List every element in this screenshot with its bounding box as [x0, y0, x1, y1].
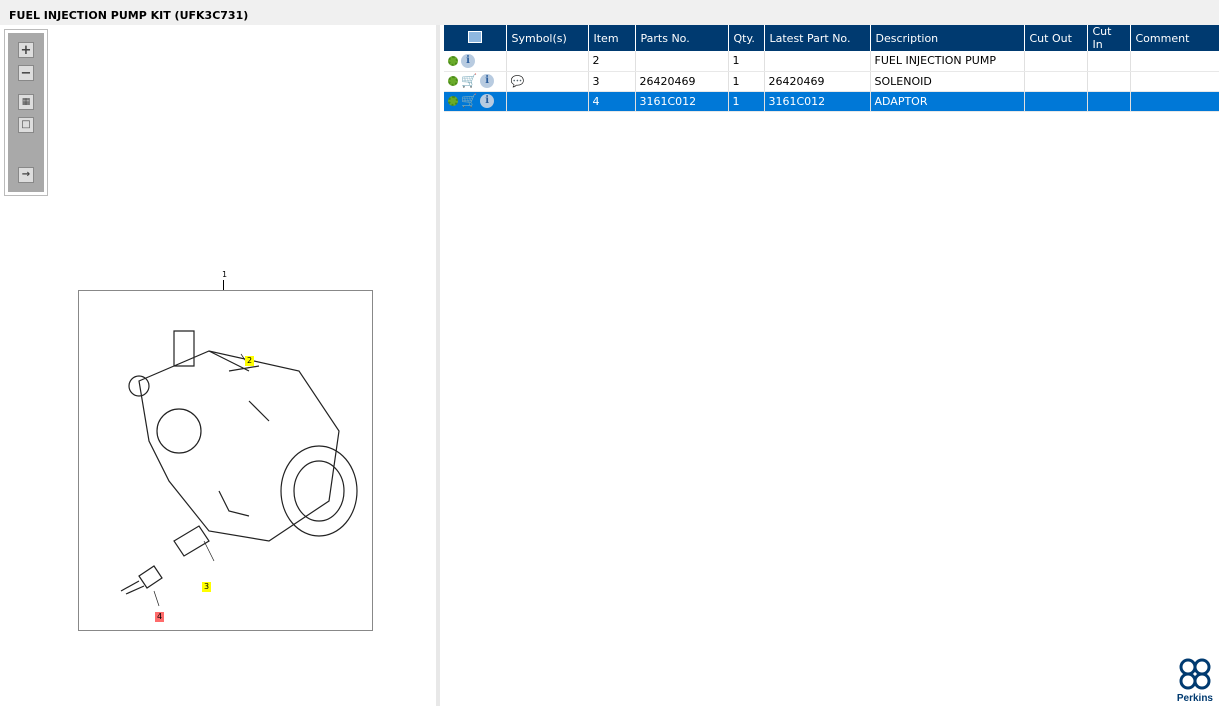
- column-header-parts-no[interactable]: Parts No.: [635, 25, 729, 51]
- column-header-search[interactable]: [444, 25, 507, 51]
- export-button[interactable]: →: [18, 167, 34, 183]
- latest-part-cell: 26420469: [764, 71, 871, 92]
- parts-table: Symbol(s) Item Parts No. Qty. Latest Par…: [444, 25, 1219, 112]
- gear-icon[interactable]: [448, 96, 458, 106]
- parts-list-panel: Symbol(s) Item Parts No. Qty. Latest Par…: [444, 25, 1219, 706]
- parts-no-cell: 3161C012: [635, 91, 729, 112]
- parts-no-cell: 26420469: [635, 71, 729, 92]
- qty-cell: 1: [728, 91, 765, 112]
- fit-frame-button[interactable]: □: [18, 117, 34, 133]
- callout-3[interactable]: 3: [202, 582, 212, 592]
- zoom-out-button[interactable]: −: [18, 65, 34, 81]
- search-icon[interactable]: [467, 30, 482, 43]
- column-header-description[interactable]: Description: [870, 25, 1025, 51]
- comment-cell: [1130, 91, 1219, 112]
- info-icon[interactable]: i: [480, 94, 495, 108]
- cart-icon[interactable]: 🛒: [461, 74, 477, 89]
- comment-cell: [1130, 71, 1219, 92]
- cut-out-cell: [1024, 91, 1088, 112]
- symbol-cell: [506, 91, 589, 112]
- cut-out-cell: [1024, 71, 1088, 92]
- description-cell: ADAPTOR: [870, 91, 1025, 112]
- item-cell: 3: [588, 71, 636, 92]
- comment-cell: [1130, 51, 1219, 72]
- item-cell: 2: [588, 51, 636, 72]
- callout-2[interactable]: 2: [245, 356, 255, 366]
- cut-in-cell: [1087, 91, 1131, 112]
- qty-cell: 1: [728, 51, 765, 72]
- symbol-cell: [506, 51, 589, 72]
- table-header: Symbol(s) Item Parts No. Qty. Latest Par…: [444, 25, 1219, 51]
- zoom-in-button[interactable]: +: [18, 42, 34, 58]
- description-cell: SOLENOID: [870, 71, 1025, 92]
- qty-cell: 1: [728, 71, 765, 92]
- exploded-diagram: 2 3 4: [78, 290, 373, 631]
- column-header-item[interactable]: Item: [588, 25, 636, 51]
- info-icon[interactable]: i: [480, 74, 495, 88]
- view-toolbox: + − ▦ □ →: [4, 29, 48, 196]
- item-cell: 4: [588, 91, 636, 112]
- callout-1[interactable]: 1: [220, 270, 229, 280]
- gear-icon[interactable]: [448, 76, 458, 86]
- parts-no-cell: [635, 51, 729, 72]
- perkins-logo-text: Perkins: [1176, 693, 1213, 704]
- cut-in-cell: [1087, 71, 1131, 92]
- perkins-logo: Perkins: [1177, 658, 1213, 704]
- comment-symbol-icon[interactable]: 💬: [506, 71, 589, 92]
- table-row-selected[interactable]: 🛒 i 4 3161C012 1 3161C012 ADAPTOR: [444, 91, 1219, 112]
- table-row[interactable]: i 2 1 FUEL INJECTION PUMP: [444, 51, 1219, 72]
- pump-drawing: [120, 330, 358, 607]
- cut-out-cell: [1024, 51, 1088, 72]
- column-header-symbols[interactable]: Symbol(s): [506, 25, 589, 51]
- perkins-logo-mark: [1179, 658, 1211, 690]
- page-title: FUEL INJECTION PUMP KIT (UFK3C731): [9, 9, 249, 22]
- latest-part-cell: 3161C012: [764, 91, 871, 112]
- description-cell: FUEL INJECTION PUMP: [870, 51, 1025, 72]
- column-header-qty[interactable]: Qty.: [728, 25, 765, 51]
- gear-icon[interactable]: [448, 55, 458, 66]
- latest-part-cell: [764, 51, 871, 72]
- callout-4[interactable]: 4: [155, 612, 165, 622]
- fit-all-button[interactable]: ▦: [18, 94, 34, 110]
- cart-icon[interactable]: 🛒: [461, 94, 477, 109]
- column-header-latest-part[interactable]: Latest Part No.: [764, 25, 871, 51]
- column-header-cut-in[interactable]: Cut In: [1087, 25, 1131, 51]
- title-bar: FUEL INJECTION PUMP KIT (UFK3C731): [0, 6, 1219, 25]
- diagram-panel: + − ▦ □ → 1 2 3 4: [0, 25, 440, 706]
- info-icon[interactable]: i: [461, 53, 475, 68]
- table-row[interactable]: 🛒 i 💬 3 26420469 1 26420469 SOLENOID: [444, 71, 1219, 92]
- column-header-cut-out[interactable]: Cut Out: [1024, 25, 1088, 51]
- cut-in-cell: [1087, 51, 1131, 72]
- column-header-comment[interactable]: Comment: [1130, 25, 1219, 51]
